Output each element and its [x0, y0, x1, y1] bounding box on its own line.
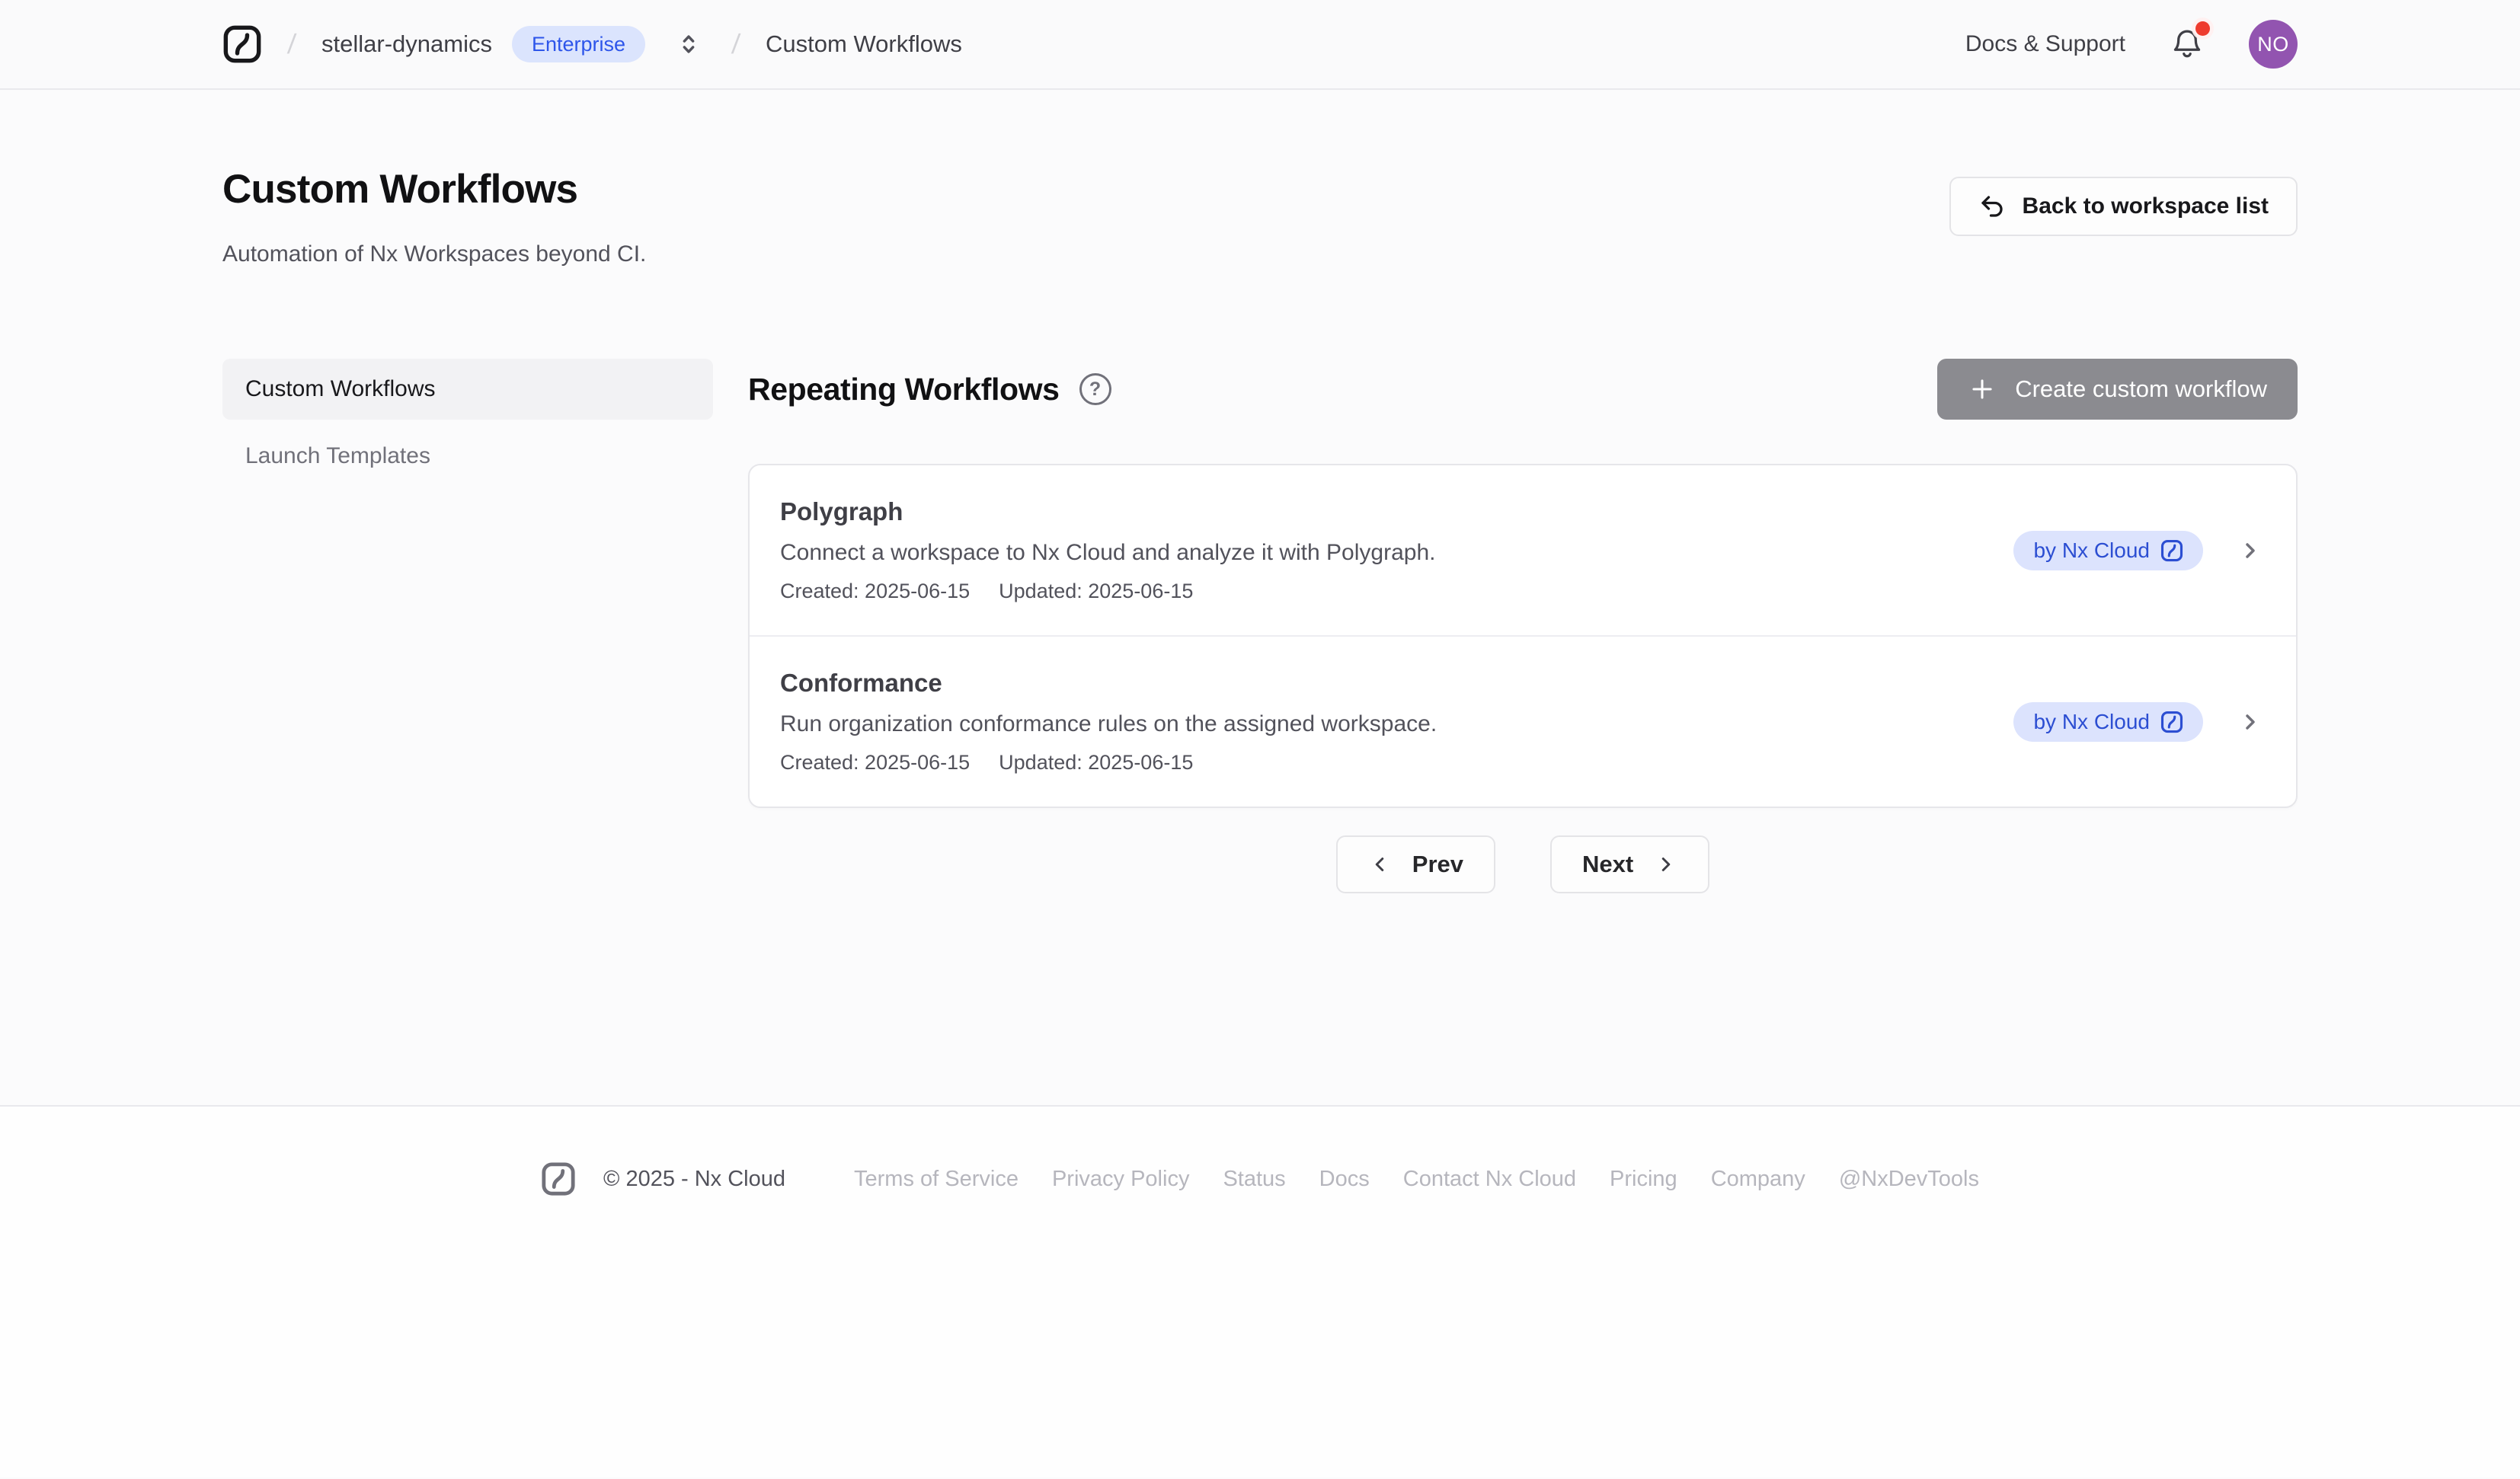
- undo-arrow-icon: [1978, 193, 2006, 220]
- next-page-button[interactable]: Next: [1550, 835, 1709, 893]
- workflow-updated-date: Updated: 2025-06-15: [999, 580, 1193, 603]
- sidebar-item-custom-workflows[interactable]: Custom Workflows: [222, 359, 713, 420]
- workflows-list-card: Polygraph Connect a workspace to Nx Clou…: [748, 464, 2298, 808]
- footer-links: Terms of Service Privacy Policy Status D…: [854, 1167, 1979, 1192]
- section-title: Repeating Workflows: [748, 372, 1060, 407]
- user-avatar[interactable]: NO: [2249, 20, 2298, 69]
- page-body: Custom Workflows Automation of Nx Worksp…: [0, 90, 2520, 1105]
- page-footer: © 2025 - Nx Cloud Terms of Service Priva…: [0, 1105, 2520, 1477]
- page-subtitle: Automation of Nx Workspaces beyond CI.: [222, 241, 646, 267]
- workspace-switcher-icon[interactable]: [671, 27, 706, 62]
- pagination: Prev Next: [748, 835, 2298, 893]
- create-custom-workflow-button[interactable]: Create custom workflow: [1937, 359, 2298, 420]
- breadcrumb-separator: /: [286, 28, 297, 60]
- breadcrumb-separator: /: [731, 28, 741, 60]
- nx-cloud-footer-logo-icon: [541, 1161, 576, 1196]
- footer-link-contact[interactable]: Contact Nx Cloud: [1403, 1167, 1576, 1192]
- top-nav-bar: / stellar-dynamics Enterprise / Custom W…: [0, 0, 2520, 90]
- sidebar-item-launch-templates[interactable]: Launch Templates: [222, 426, 713, 487]
- footer-link-status[interactable]: Status: [1223, 1167, 1285, 1192]
- copyright-text: © 2025 - Nx Cloud: [603, 1167, 785, 1192]
- back-to-workspace-list-button[interactable]: Back to workspace list: [1949, 177, 2298, 236]
- workflow-row-conformance[interactable]: Conformance Run organization conformance…: [750, 635, 2296, 807]
- create-button-label: Create custom workflow: [2015, 375, 2267, 403]
- workflow-created-date: Created: 2025-06-15: [780, 751, 970, 775]
- footer-link-docs[interactable]: Docs: [1319, 1167, 1370, 1192]
- chevron-right-icon: [1655, 853, 1677, 876]
- next-label: Next: [1582, 851, 1633, 878]
- docs-support-link[interactable]: Docs & Support: [1965, 31, 2125, 57]
- workflow-description: Connect a workspace to Nx Cloud and anal…: [780, 540, 2013, 566]
- chevron-left-icon: [1368, 853, 1391, 876]
- footer-link-privacy[interactable]: Privacy Policy: [1052, 1167, 1190, 1192]
- badge-label: by Nx Cloud: [2033, 710, 2150, 734]
- workflow-description: Run organization conformance rules on th…: [780, 711, 2013, 737]
- prev-page-button[interactable]: Prev: [1336, 835, 1495, 893]
- breadcrumb: / stellar-dynamics Enterprise / Custom W…: [222, 24, 962, 64]
- page-title: Custom Workflows: [222, 166, 646, 212]
- breadcrumb-workspace-name[interactable]: stellar-dynamics: [321, 30, 492, 58]
- nx-logo-icon: [2160, 539, 2183, 562]
- badge-label: by Nx Cloud: [2033, 538, 2150, 563]
- workflow-updated-date: Updated: 2025-06-15: [999, 751, 1193, 775]
- workflow-name: Conformance: [780, 669, 2013, 698]
- workflow-row-polygraph[interactable]: Polygraph Connect a workspace to Nx Clou…: [750, 465, 2296, 635]
- workflow-name: Polygraph: [780, 497, 2013, 526]
- chevron-right-icon[interactable]: [2238, 538, 2263, 563]
- footer-link-pricing[interactable]: Pricing: [1610, 1167, 1677, 1192]
- plus-icon: [1968, 375, 1997, 404]
- footer-link-terms[interactable]: Terms of Service: [854, 1167, 1019, 1192]
- nx-logo-icon: [2160, 711, 2183, 733]
- by-nx-cloud-badge[interactable]: by Nx Cloud: [2013, 702, 2203, 742]
- footer-link-twitter[interactable]: @NxDevTools: [1839, 1167, 1979, 1192]
- footer-link-company[interactable]: Company: [1711, 1167, 1805, 1192]
- by-nx-cloud-badge[interactable]: by Nx Cloud: [2013, 531, 2203, 570]
- notification-dot: [2195, 21, 2210, 36]
- notifications-bell-icon[interactable]: [2170, 27, 2205, 62]
- nx-cloud-logo-icon[interactable]: [222, 24, 262, 64]
- section-sidebar: Custom Workflows Launch Templates: [222, 359, 713, 893]
- prev-label: Prev: [1412, 851, 1463, 878]
- breadcrumb-current-page: Custom Workflows: [766, 30, 962, 58]
- enterprise-plan-badge: Enterprise: [512, 26, 645, 62]
- help-circle-icon[interactable]: ?: [1079, 373, 1111, 405]
- workflow-created-date: Created: 2025-06-15: [780, 580, 970, 603]
- chevron-right-icon[interactable]: [2238, 710, 2263, 734]
- back-button-label: Back to workspace list: [2023, 193, 2269, 219]
